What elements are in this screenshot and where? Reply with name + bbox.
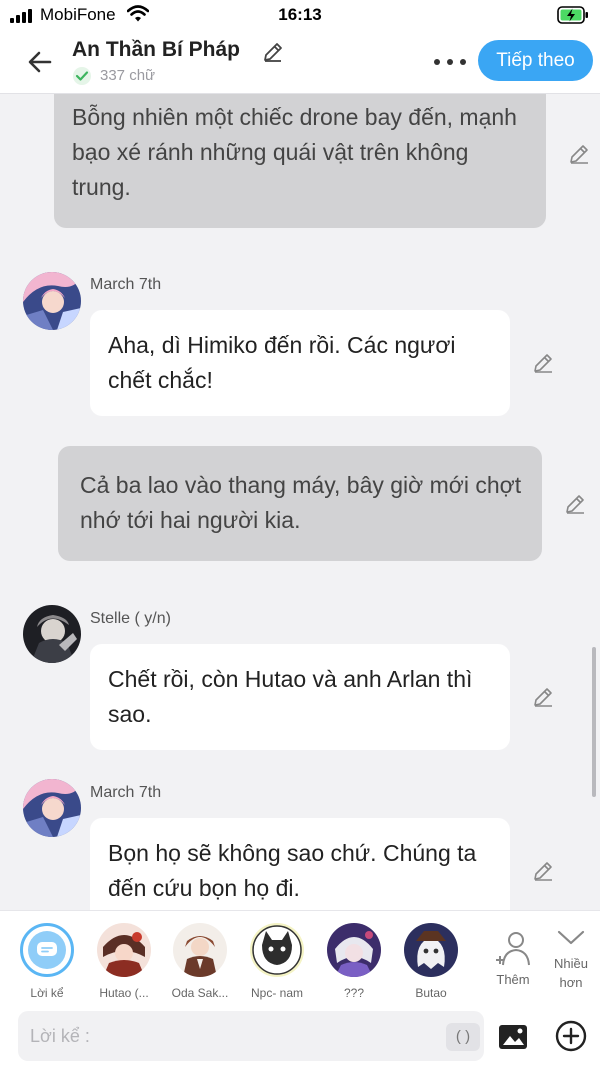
narration-bubble[interactable]: Cả ba lao vào thang máy, bây giờ mới chợ… — [58, 446, 542, 561]
add-character-button[interactable]: Thêm — [490, 931, 536, 987]
parenthesis-button[interactable]: ( ) — [446, 1023, 480, 1051]
check-circle-icon — [73, 67, 91, 85]
story-title[interactable]: An Thần Bí Pháp — [72, 38, 240, 62]
narration-bubble[interactable]: Bỗng nhiên một chiếc drone bay đến, mạnh… — [54, 94, 546, 228]
pencil-icon[interactable] — [531, 685, 555, 709]
avatar — [250, 923, 304, 977]
avatar[interactable] — [23, 605, 81, 663]
character-name: ??? — [343, 986, 365, 1000]
pencil-icon[interactable] — [261, 40, 285, 64]
story-header: An Thần Bí Pháp 337 chữ Tiếp theo — [0, 30, 600, 94]
character-narrator[interactable]: Lời kể — [12, 923, 82, 1000]
character-oda[interactable]: Oda Sak... — [165, 923, 235, 1000]
pencil-icon[interactable] — [531, 351, 555, 375]
pencil-icon[interactable] — [563, 492, 587, 516]
character-hutao[interactable]: Hutao (... — [89, 923, 159, 1000]
chevron-down-icon — [557, 930, 585, 945]
chat-area[interactable]: Bỗng nhiên một chiếc drone bay đến, mạnh… — [0, 94, 600, 910]
message-input-box[interactable]: ( ) — [18, 1011, 484, 1061]
pencil-icon[interactable] — [567, 142, 591, 166]
speech-bubble[interactable]: Bọn họ sẽ không sao chứ. Chúng ta đến cứ… — [90, 818, 510, 910]
character-name: Oda Sak... — [171, 986, 229, 1000]
message-text: Cả ba lao vào thang máy, bây giờ mới chợ… — [80, 472, 522, 533]
character-npc-nam[interactable]: Npc- nam — [242, 923, 312, 1000]
character-name: Npc- nam — [250, 986, 303, 1000]
avatar[interactable] — [23, 272, 81, 330]
message-text: Bọn họ sẽ không sao chứ. Chúng ta đến cứ… — [108, 840, 477, 901]
character-butao[interactable]: Butao — [396, 923, 466, 1000]
composer-panel: Lời kể Hutao (... Oda Sak... Npc- nam ??… — [0, 910, 600, 1067]
more-label: Nhiều — [554, 956, 588, 971]
image-icon[interactable] — [497, 1021, 529, 1053]
pencil-icon[interactable] — [531, 859, 555, 883]
avatar — [327, 923, 381, 977]
add-label: Thêm — [496, 972, 530, 987]
status-bar: MobiFone 16:13 — [0, 0, 600, 30]
speaker-name: March 7th — [90, 276, 162, 293]
arrow-left-icon[interactable] — [24, 46, 56, 78]
chat-bubble-icon — [37, 942, 57, 956]
word-count: 337 chữ — [100, 67, 156, 84]
message-text: Bỗng nhiên một chiếc drone bay đến, mạnh… — [72, 104, 517, 200]
more-dots-icon[interactable] — [432, 52, 468, 72]
speech-bubble[interactable]: Chết rồi, còn Hutao và anh Arlan thì sao… — [90, 644, 510, 750]
message-input[interactable] — [30, 1011, 430, 1061]
speech-bubble[interactable]: Aha, dì Himiko đến rồi. Các ngươi chết c… — [90, 310, 510, 416]
clock: 16:13 — [278, 5, 322, 24]
avatar — [97, 923, 151, 977]
character-name: Butao — [415, 986, 447, 1000]
battery-charging-icon — [557, 6, 588, 24]
character-unknown[interactable]: ??? — [319, 923, 389, 1000]
speaker-name: Stelle ( y/n) — [90, 610, 171, 627]
add-user-icon — [496, 932, 530, 966]
character-name: Hutao (... — [99, 986, 149, 1000]
more-label: hơn — [559, 975, 583, 990]
message-text: Chết rồi, còn Hutao và anh Arlan thì sao… — [108, 666, 473, 727]
avatar — [404, 923, 458, 977]
scrollbar[interactable] — [592, 647, 596, 797]
narrator-avatar — [20, 923, 74, 977]
speaker-name: March 7th — [90, 784, 162, 801]
plus-circle-icon[interactable] — [555, 1020, 587, 1052]
next-button[interactable]: Tiếp theo — [478, 40, 593, 81]
character-name: Lời kể — [30, 986, 64, 1000]
more-characters-button[interactable]: Nhiều hơn — [546, 927, 596, 990]
avatar — [173, 923, 227, 977]
message-text: Aha, dì Himiko đến rồi. Các ngươi chết c… — [108, 332, 456, 393]
avatar[interactable] — [23, 779, 81, 837]
